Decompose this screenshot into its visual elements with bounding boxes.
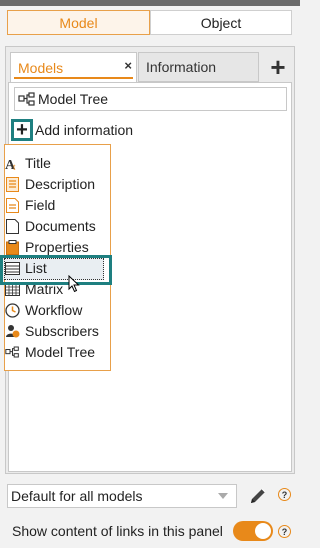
menu-item-label: Title [25, 155, 51, 171]
panel-configuration-select[interactable]: Default for all models [7, 484, 237, 508]
svg-text:t: t [13, 162, 16, 171]
menu-item-label: Description [25, 176, 96, 192]
add-information-label: Add information [35, 122, 134, 138]
pencil-icon[interactable] [246, 484, 270, 508]
menu-item-label: Properties [25, 239, 89, 255]
title-icon: At [5, 156, 20, 171]
menu-item-label: Subscribers [25, 323, 99, 339]
mouse-cursor-icon [68, 275, 80, 293]
plus-icon[interactable]: + [11, 119, 33, 141]
segment-model[interactable]: Model [7, 10, 150, 35]
menu-item-label: Field [25, 197, 56, 213]
segment-object[interactable]: Object [150, 10, 292, 35]
tab-active-underline [14, 77, 133, 79]
tab-bar: Models × Information + [8, 52, 292, 82]
description-icon [5, 176, 20, 192]
menu-item-documents[interactable]: Documents [5, 216, 96, 236]
add-information[interactable]: + Add information [11, 117, 133, 143]
add-tab-button[interactable]: + [264, 52, 292, 82]
menu-item-subscribers[interactable]: Subscribers [5, 321, 99, 341]
tab-information[interactable]: Information [138, 52, 259, 82]
menu-item-field[interactable]: Field [5, 195, 55, 215]
close-icon[interactable]: × [124, 58, 132, 73]
show-links-label: Show content of links in this panel [12, 523, 223, 539]
properties-icon [5, 239, 20, 255]
tab-information-label: Information [146, 59, 217, 75]
list-highlight-box [0, 255, 112, 285]
chevron-down-icon [218, 493, 228, 499]
menu-item-description[interactable]: Description [5, 174, 95, 194]
model-tree-icon [18, 92, 35, 106]
top-strip [0, 0, 300, 6]
panel-configuration-value: Default for all models [11, 488, 143, 504]
menu-item-label: Workflow [25, 302, 83, 318]
workflow-icon [5, 302, 20, 318]
menu-item-title[interactable]: At Title [5, 153, 51, 173]
tab-models[interactable]: Models × [10, 52, 137, 82]
model-tree-icon [5, 345, 20, 360]
help-icon[interactable]: ? [278, 525, 291, 538]
menu-item-workflow[interactable]: Workflow [5, 300, 82, 320]
model-tree-field[interactable]: Model Tree [14, 87, 287, 111]
menu-item-properties[interactable]: Properties [5, 237, 89, 257]
documents-icon [5, 218, 20, 234]
subscribers-icon [5, 324, 20, 339]
menu-item-label: Documents [25, 218, 96, 234]
field-icon [5, 197, 20, 213]
tab-models-label: Models [18, 59, 64, 76]
help-icon[interactable]: ? [278, 488, 291, 501]
model-tree-field-value: Model Tree [38, 91, 109, 107]
menu-item-model-tree[interactable]: Model Tree [5, 342, 95, 362]
menu-item-label: Model Tree [25, 344, 96, 360]
show-links-toggle[interactable] [233, 521, 273, 541]
toggle-knob [255, 523, 271, 539]
